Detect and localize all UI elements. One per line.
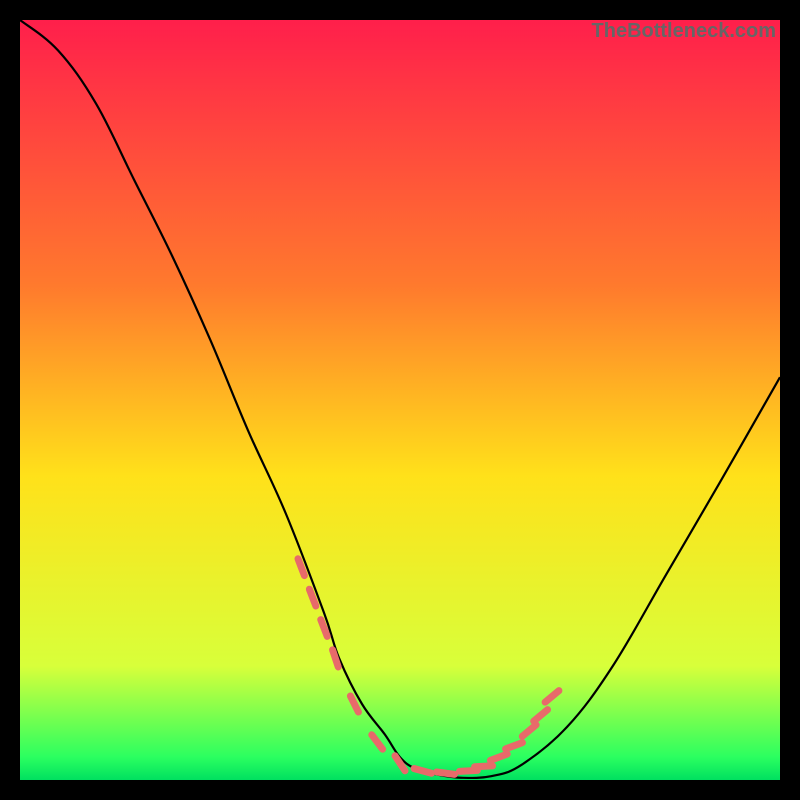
bottleneck-chart	[20, 20, 780, 780]
marker-dot	[437, 772, 455, 774]
marker-dot	[459, 770, 477, 771]
marker-dot	[475, 766, 493, 767]
marker-dot	[414, 769, 431, 774]
chart-frame: TheBottleneck.com	[20, 20, 780, 780]
gradient-background	[20, 20, 780, 780]
